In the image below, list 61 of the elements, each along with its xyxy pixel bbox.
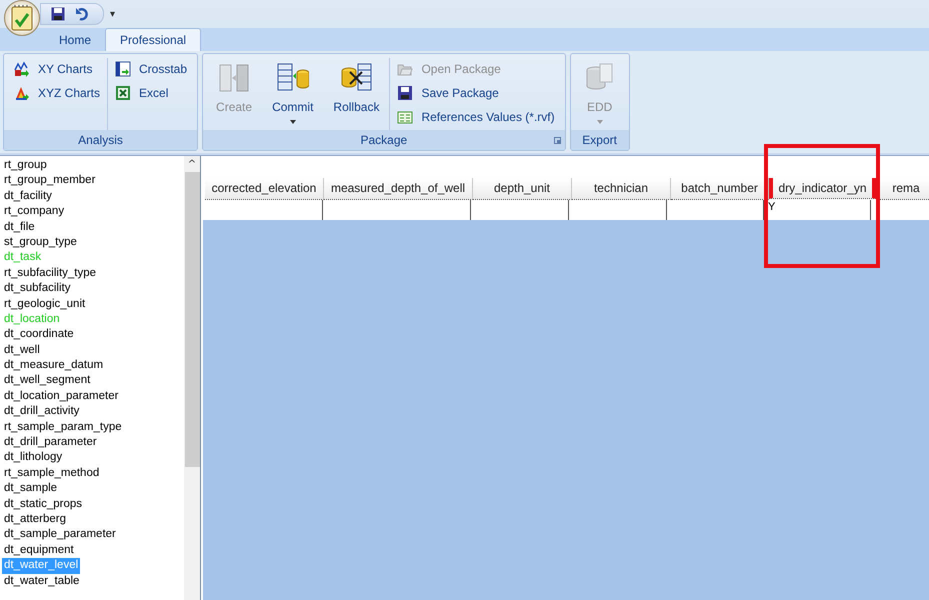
- table-cell: Y: [764, 200, 871, 220]
- ribbon-button[interactable]: Commit: [266, 58, 320, 128]
- ribbon-tab[interactable]: Professional: [105, 28, 202, 51]
- customize-menu-button[interactable]: ▾: [110, 8, 116, 20]
- table-list-item[interactable]: dt_well_segment: [2, 373, 184, 389]
- table-list-item[interactable]: dt_coordinate: [2, 327, 184, 343]
- table-list-item[interactable]: dt_facility: [2, 188, 184, 204]
- column-header[interactable]: batch_number: [671, 178, 769, 200]
- group-title: Analysis: [78, 133, 123, 147]
- group-title: Export: [582, 133, 617, 147]
- caret-icon: [290, 120, 296, 124]
- ribbon-button[interactable]: XYZ Charts: [11, 82, 104, 104]
- table-list-item[interactable]: dt_atterberg: [2, 512, 184, 528]
- column-header[interactable]: corrected_elevation: [205, 178, 324, 200]
- table-list-item[interactable]: dt_sample: [2, 481, 184, 497]
- table-list-item[interactable]: dt_measure_datum: [2, 358, 184, 374]
- table-list-item[interactable]: dt_static_props: [2, 496, 184, 512]
- spreadsheet-icon: [115, 85, 132, 101]
- table-list-item[interactable]: dt_drill_parameter: [2, 435, 184, 450]
- table-list-item[interactable]: dt_subfacility: [2, 281, 184, 297]
- column-header[interactable]: dry_indicator_yn: [769, 178, 876, 199]
- column-header[interactable]: depth_unit: [473, 178, 572, 200]
- column-header[interactable]: measured_depth_of_well: [324, 178, 473, 200]
- save-icon: [397, 85, 414, 101]
- table-list-item[interactable]: dt_sample_parameter: [2, 527, 184, 543]
- app-menu-button[interactable]: [4, 0, 40, 36]
- scroll-up-button[interactable]: ^: [188, 156, 196, 172]
- ribbon-button[interactable]: Crosstab: [112, 58, 190, 80]
- table-icon: [397, 109, 414, 125]
- save-icon[interactable]: [51, 7, 65, 21]
- line-chart-icon: [14, 61, 30, 77]
- table-list-item[interactable]: dt_equipment: [2, 542, 184, 558]
- table-list-item[interactable]: rt_sample_method: [2, 466, 184, 482]
- caret-icon: [596, 120, 603, 124]
- table-list-item[interactable]: dt_file: [2, 220, 184, 235]
- table-list-item[interactable]: st_group_type: [2, 234, 184, 250]
- table-list-item[interactable]: dt_location_parameter: [2, 388, 184, 404]
- table-list-item[interactable]: rt_geologic_unit: [2, 296, 184, 312]
- ribbon-button[interactable]: Save Package: [394, 82, 558, 104]
- scrollbar[interactable]: ^: [184, 156, 200, 600]
- undo-icon[interactable]: [75, 7, 89, 21]
- tables-icon: [218, 62, 250, 94]
- group-title: Package: [360, 133, 408, 147]
- table-list-item[interactable]: dt_water_table: [2, 574, 184, 589]
- table-list-item[interactable]: dt_lithology: [2, 450, 184, 466]
- table-list-item[interactable]: dt_drill_activity: [2, 404, 184, 420]
- dialog-launcher-icon[interactable]: [554, 137, 561, 144]
- triangle-chart-icon: [14, 85, 30, 101]
- table-list-item[interactable]: rt_subfacility_type: [2, 266, 184, 282]
- scrollbar-thumb[interactable]: [184, 172, 200, 467]
- ribbon-button[interactable]: XY Charts: [11, 58, 104, 80]
- table-list-item[interactable]: rt_sample_param_type: [2, 420, 184, 436]
- ribbon-tab[interactable]: Home: [45, 29, 106, 51]
- column-header[interactable]: technician: [572, 178, 671, 200]
- ribbon-button[interactable]: Excel: [112, 82, 190, 104]
- table-list-item[interactable]: rt_group: [2, 158, 184, 174]
- table-list-item[interactable]: rt_company: [2, 204, 184, 220]
- ribbon-button[interactable]: Rollback: [327, 58, 386, 118]
- table-list-item[interactable]: dt_well: [2, 342, 184, 358]
- table-list-item[interactable]: rt_group_member: [2, 173, 184, 189]
- ribbon-button[interactable]: References Values (*.rvf): [394, 106, 558, 128]
